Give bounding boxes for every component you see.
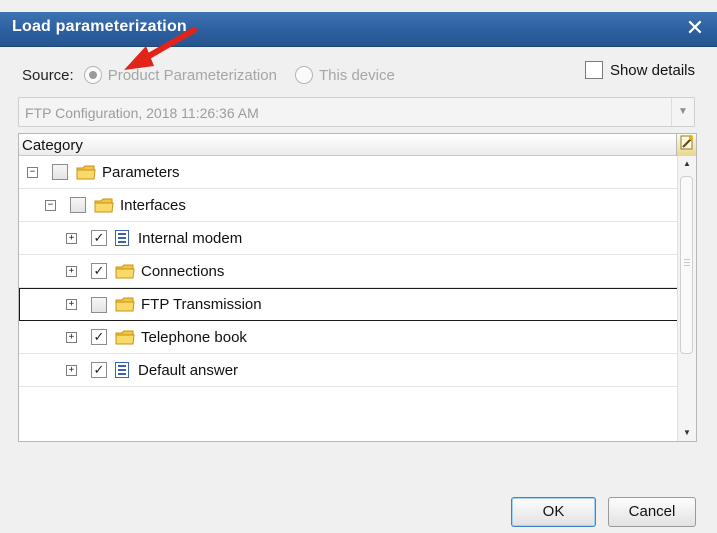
expand-icon[interactable]: + bbox=[66, 364, 77, 376]
tree-rows: − Parameters − Interfaces + ✓ Internal m… bbox=[19, 156, 678, 387]
tree-row-telephone-book[interactable]: + ✓ Telephone book bbox=[19, 321, 678, 354]
radio-product-parameterization[interactable] bbox=[83, 66, 102, 84]
red-arrow-icon bbox=[124, 27, 197, 70]
tree-scrollbar[interactable]: ▲ ▼ bbox=[677, 156, 696, 441]
collapse-icon[interactable]: − bbox=[45, 199, 56, 211]
radio-this-device-label: This device bbox=[318, 66, 395, 84]
scroll-up-icon[interactable]: ▲ bbox=[678, 156, 696, 172]
tree-row-default-answer[interactable]: + ✓ Default answer bbox=[19, 354, 678, 387]
source-row: Source: Product Parameterization This de… bbox=[22, 64, 395, 86]
tree-checkbox[interactable]: ✓ bbox=[91, 230, 107, 246]
column-chooser-icon[interactable] bbox=[676, 134, 696, 156]
show-details-label: Show details bbox=[609, 61, 695, 79]
tree-row-parameters[interactable]: − Parameters bbox=[19, 156, 678, 189]
list-icon bbox=[115, 230, 129, 246]
tree-checkbox[interactable] bbox=[91, 296, 107, 313]
folder-icon bbox=[115, 330, 135, 345]
tree-checkbox[interactable]: ✓ bbox=[91, 263, 107, 279]
tree-row-label: Parameters bbox=[102, 163, 180, 181]
close-icon[interactable]: ✕ bbox=[683, 16, 707, 40]
configuration-select-value: FTP Configuration, 2018 11:26:36 AM bbox=[25, 105, 259, 121]
tree-row-label: Internal modem bbox=[138, 229, 243, 247]
folder-icon bbox=[94, 198, 114, 213]
scroll-thumb[interactable] bbox=[680, 176, 693, 354]
wand-icon bbox=[680, 135, 693, 150]
dialog-body: Source: Product Parameterization This de… bbox=[0, 47, 717, 533]
tree-checkbox[interactable] bbox=[52, 164, 68, 180]
tree-column-header[interactable]: Category bbox=[19, 134, 678, 156]
collapse-icon[interactable]: − bbox=[27, 166, 38, 178]
source-label: Source: bbox=[22, 66, 74, 84]
tree-row-label: Interfaces bbox=[120, 196, 186, 214]
scroll-down-icon[interactable]: ▼ bbox=[678, 425, 696, 441]
show-details-checkbox[interactable]: Show details bbox=[584, 61, 695, 79]
tree-row-label: Default answer bbox=[138, 361, 239, 379]
tree-row-ftp-transmission[interactable]: + FTP Transmission bbox=[19, 288, 678, 321]
tree-row-label: Connections bbox=[141, 262, 225, 280]
configuration-select[interactable]: FTP Configuration, 2018 11:26:36 AM ▼ bbox=[18, 97, 695, 127]
tree-row-interfaces[interactable]: − Interfaces bbox=[19, 189, 678, 222]
expand-icon[interactable]: + bbox=[66, 299, 77, 310]
category-tree: Category − Parameters − Interfaces + ✓ I… bbox=[18, 133, 697, 442]
expand-icon[interactable]: + bbox=[66, 265, 77, 277]
list-icon bbox=[115, 362, 129, 378]
radio-this-device[interactable] bbox=[294, 66, 313, 84]
tree-row-connections[interactable]: + ✓ Connections bbox=[19, 255, 678, 288]
expand-icon[interactable]: + bbox=[66, 331, 77, 343]
tree-checkbox[interactable] bbox=[70, 197, 86, 213]
tree-row-label: Telephone book bbox=[141, 328, 247, 346]
folder-icon bbox=[115, 297, 135, 312]
expand-icon[interactable]: + bbox=[66, 232, 77, 244]
folder-icon bbox=[76, 165, 96, 180]
chevron-down-icon[interactable]: ▼ bbox=[671, 98, 694, 126]
load-parameterization-dialog: Load parameterization ✕ Source: Product … bbox=[0, 0, 717, 533]
tree-row-internal-modem[interactable]: + ✓ Internal modem bbox=[19, 222, 678, 255]
show-details-box[interactable] bbox=[584, 61, 603, 79]
ok-button[interactable]: OK bbox=[511, 497, 596, 527]
tree-checkbox[interactable]: ✓ bbox=[91, 329, 107, 345]
tree-row-label: FTP Transmission bbox=[141, 296, 262, 313]
scroll-grip-icon bbox=[684, 259, 690, 268]
tree-checkbox[interactable]: ✓ bbox=[91, 362, 107, 378]
category-header-label: Category bbox=[22, 137, 83, 154]
source-option-device[interactable]: This device bbox=[294, 66, 395, 84]
cancel-button[interactable]: Cancel bbox=[608, 497, 696, 527]
folder-icon bbox=[115, 264, 135, 279]
